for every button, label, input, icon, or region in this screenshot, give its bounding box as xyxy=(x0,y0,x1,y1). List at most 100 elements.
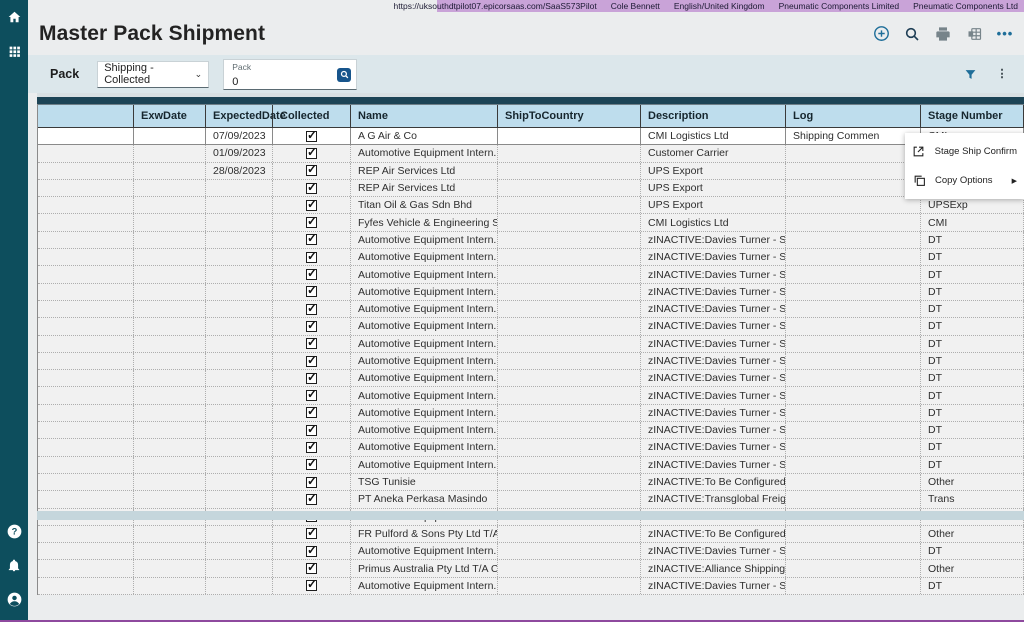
cell-row-indicator[interactable] xyxy=(38,214,134,230)
cell-expected-date[interactable] xyxy=(206,422,273,438)
cell-stage-number[interactable]: Other xyxy=(921,560,1024,576)
collected-checkbox-checked[interactable] xyxy=(306,442,317,453)
collected-checkbox-checked[interactable] xyxy=(306,407,317,418)
cell-ship-to-country[interactable] xyxy=(498,526,641,542)
collected-checkbox-checked[interactable] xyxy=(306,183,317,194)
cell-ship-to-country[interactable] xyxy=(498,457,641,473)
cell-log[interactable] xyxy=(786,526,921,542)
collected-checkbox-checked[interactable] xyxy=(306,304,317,315)
cell-exw-date[interactable] xyxy=(134,336,206,352)
cell-ship-to-country[interactable] xyxy=(498,128,641,144)
cell-ship-to-country[interactable] xyxy=(498,214,641,230)
cell-ship-to-country[interactable] xyxy=(498,197,641,213)
cell-row-indicator[interactable] xyxy=(38,560,134,576)
column-header-log[interactable]: Log xyxy=(786,105,921,127)
cell-stage-number[interactable]: DT xyxy=(921,301,1024,317)
column-header-description[interactable]: Description xyxy=(641,105,786,127)
cell-exw-date[interactable] xyxy=(134,578,206,594)
cell-collected[interactable] xyxy=(273,439,351,455)
cell-expected-date[interactable] xyxy=(206,457,273,473)
cell-name[interactable]: FR Pulford & Sons Pty Ltd T/A ... xyxy=(351,526,498,542)
cell-stage-number[interactable]: DT xyxy=(921,439,1024,455)
cell-ship-to-country[interactable] xyxy=(498,301,641,317)
cell-exw-date[interactable] xyxy=(134,353,206,369)
cell-row-indicator[interactable] xyxy=(38,232,134,248)
cell-collected[interactable] xyxy=(273,301,351,317)
collected-checkbox-checked[interactable] xyxy=(306,200,317,211)
collected-checkbox-checked[interactable] xyxy=(306,356,317,367)
collected-checkbox-checked[interactable] xyxy=(306,373,317,384)
cell-expected-date[interactable] xyxy=(206,474,273,490)
collected-checkbox-checked[interactable] xyxy=(306,131,317,142)
cell-log[interactable] xyxy=(786,560,921,576)
cell-description[interactable]: zINACTIVE:Davies Turner - Sea xyxy=(641,387,786,403)
cell-row-indicator[interactable] xyxy=(38,197,134,213)
cell-expected-date[interactable] xyxy=(206,249,273,265)
table-row[interactable]: Automotive Equipment Intern...zINACTIVE:… xyxy=(38,457,1024,474)
table-row[interactable]: Titan Oil & Gas Sdn BhdUPS ExportUPSExp xyxy=(38,197,1024,214)
collected-checkbox-checked[interactable] xyxy=(306,459,317,470)
cell-exw-date[interactable] xyxy=(134,439,206,455)
cell-name[interactable]: Automotive Equipment Intern... xyxy=(351,422,498,438)
cell-expected-date[interactable] xyxy=(206,491,273,507)
cell-log[interactable] xyxy=(786,284,921,300)
cell-collected[interactable] xyxy=(273,197,351,213)
cell-exw-date[interactable] xyxy=(134,301,206,317)
cell-description[interactable]: UPS Export xyxy=(641,197,786,213)
apps-grid-icon[interactable] xyxy=(0,34,28,68)
cell-expected-date[interactable]: 01/09/2023 xyxy=(206,145,273,161)
cell-log[interactable] xyxy=(786,543,921,559)
cell-collected[interactable] xyxy=(273,474,351,490)
cell-row-indicator[interactable] xyxy=(38,422,134,438)
cell-collected[interactable] xyxy=(273,457,351,473)
cell-log[interactable] xyxy=(786,422,921,438)
cell-expected-date[interactable] xyxy=(206,266,273,282)
export-excel-icon[interactable] xyxy=(965,25,983,43)
cell-ship-to-country[interactable] xyxy=(498,318,641,334)
cell-description[interactable]: zINACTIVE:Davies Turner - Sea xyxy=(641,578,786,594)
collected-checkbox-checked[interactable] xyxy=(306,148,317,159)
cell-expected-date[interactable] xyxy=(206,543,273,559)
table-row[interactable]: 28/08/2023REP Air Services LtdUPS Export xyxy=(38,163,1024,180)
table-row[interactable]: Automotive Equipment Intern...zINACTIVE:… xyxy=(38,370,1024,387)
cell-row-indicator[interactable] xyxy=(38,578,134,594)
cell-row-indicator[interactable] xyxy=(38,163,134,179)
cell-exw-date[interactable] xyxy=(134,284,206,300)
cell-description[interactable]: zINACTIVE:Davies Turner - Sea xyxy=(641,457,786,473)
column-header-row-indicator[interactable] xyxy=(38,105,134,127)
cell-description[interactable]: zINACTIVE:Davies Turner - Sea xyxy=(641,353,786,369)
cell-stage-number[interactable]: DT xyxy=(921,387,1024,403)
cell-ship-to-country[interactable] xyxy=(498,439,641,455)
cell-description[interactable]: CMI Logistics Ltd xyxy=(641,214,786,230)
column-header-shiptocountry[interactable]: ShipToCountry xyxy=(498,105,641,127)
overflow-menu-icon[interactable]: ••• xyxy=(996,25,1014,43)
cell-name[interactable]: Primus Australia Pty Ltd T/A C... xyxy=(351,560,498,576)
table-row[interactable]: Automotive Equipment Intern...zINACTIVE:… xyxy=(38,284,1024,301)
cell-name[interactable]: Automotive Equipment Intern... xyxy=(351,301,498,317)
cell-expected-date[interactable] xyxy=(206,405,273,421)
cell-exw-date[interactable] xyxy=(134,163,206,179)
cell-log[interactable]: Shipping Commen xyxy=(786,128,921,144)
cell-row-indicator[interactable] xyxy=(38,439,134,455)
collected-checkbox-checked[interactable] xyxy=(306,269,317,280)
cell-collected[interactable] xyxy=(273,336,351,352)
cell-name[interactable]: PT Aneka Perkasa Masindo xyxy=(351,491,498,507)
cell-log[interactable] xyxy=(786,232,921,248)
notifications-bell-icon[interactable] xyxy=(0,548,28,582)
cell-ship-to-country[interactable] xyxy=(498,180,641,196)
cell-row-indicator[interactable] xyxy=(38,266,134,282)
cell-stage-number[interactable]: DT xyxy=(921,422,1024,438)
cell-row-indicator[interactable] xyxy=(38,491,134,507)
cell-name[interactable]: A G Air & Co xyxy=(351,128,498,144)
cell-log[interactable] xyxy=(786,301,921,317)
cell-exw-date[interactable] xyxy=(134,128,206,144)
cell-stage-number[interactable]: Trans xyxy=(921,491,1024,507)
pack-lookup-icon[interactable] xyxy=(337,68,351,82)
cell-log[interactable] xyxy=(786,336,921,352)
cell-description[interactable]: zINACTIVE:To Be Configured xyxy=(641,474,786,490)
cell-description[interactable]: zINACTIVE:To Be Configured xyxy=(641,526,786,542)
cell-name[interactable]: Automotive Equipment Intern... xyxy=(351,578,498,594)
collected-checkbox-checked[interactable] xyxy=(306,234,317,245)
cell-ship-to-country[interactable] xyxy=(498,336,641,352)
cell-description[interactable]: zINACTIVE:Davies Turner - Sea xyxy=(641,266,786,282)
